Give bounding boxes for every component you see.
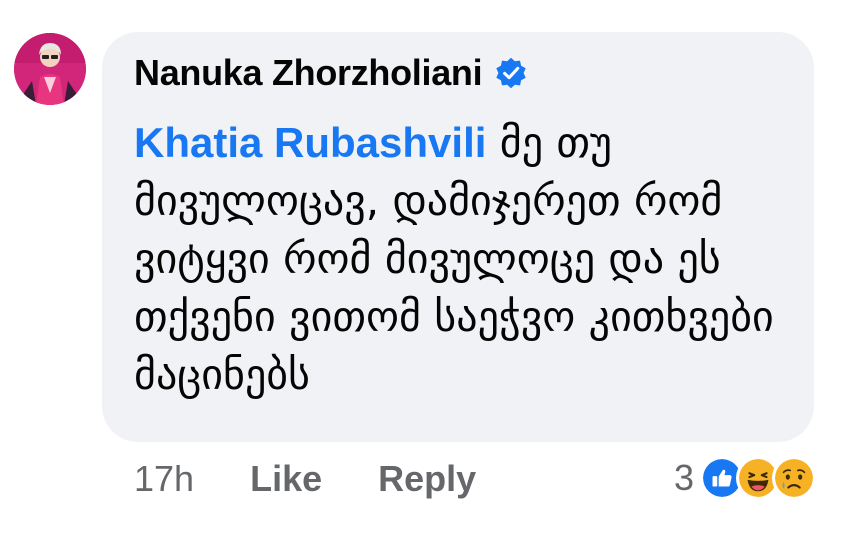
comment-actions: 17h Like Reply bbox=[134, 458, 476, 500]
author-name[interactable]: Nanuka Zhorzholiani bbox=[134, 52, 483, 94]
comment-line: მივულოცავ, დამიჯერეთ bbox=[134, 176, 621, 225]
comment-header: Nanuka Zhorzholiani bbox=[134, 52, 528, 94]
comment-container: Nanuka Zhorzholiani Khatia Rubashvili მე… bbox=[0, 0, 848, 535]
comment-line: მე თუ bbox=[499, 118, 612, 167]
reactions-summary[interactable]: 3 bbox=[674, 456, 816, 500]
comment-bubble: Nanuka Zhorzholiani Khatia Rubashvili მე… bbox=[102, 32, 814, 442]
sad-reaction-icon bbox=[772, 456, 816, 500]
timestamp[interactable]: 17h bbox=[134, 458, 194, 500]
reaction-icons bbox=[700, 456, 816, 500]
comment-text: Khatia Rubashvili მე თუ მივულოცავ, დამიჯ… bbox=[134, 114, 774, 404]
user-avatar-icon bbox=[14, 33, 86, 105]
reaction-count: 3 bbox=[673, 457, 694, 498]
avatar[interactable] bbox=[14, 33, 86, 105]
like-button[interactable]: Like bbox=[250, 458, 322, 500]
reply-button[interactable]: Reply bbox=[378, 458, 476, 500]
verified-badge-icon bbox=[496, 57, 527, 89]
mention-link[interactable]: Khatia Rubashvili bbox=[134, 119, 486, 166]
